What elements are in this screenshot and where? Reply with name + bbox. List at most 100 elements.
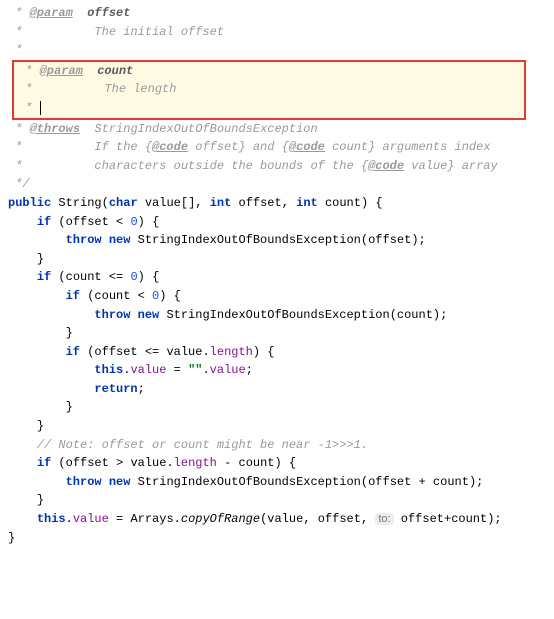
caret-line[interactable]: * — [18, 99, 520, 118]
keyword-if: if — [66, 289, 80, 303]
doc-text: offset} and { — [188, 140, 289, 154]
op-eq: = — [109, 512, 131, 526]
code-line[interactable]: this.value = "".value; — [8, 361, 554, 380]
text-cursor — [40, 101, 41, 115]
param-name: offset — [87, 6, 130, 20]
var-value: value — [267, 512, 303, 526]
javadoc-param-tag: @param — [30, 6, 73, 20]
keyword-public: public — [8, 196, 51, 210]
param-count: count — [325, 196, 361, 210]
keyword-this: this — [94, 363, 123, 377]
line-comment: // Note: offset or count might be near -… — [37, 438, 368, 452]
brace: { — [152, 215, 159, 229]
keyword-new: new — [109, 475, 131, 489]
exception-class: StringIndexOutOfBoundsException — [166, 308, 389, 322]
keyword-if: if — [66, 345, 80, 359]
doc-text: If the { — [94, 140, 152, 154]
dot: . — [66, 512, 73, 526]
code-line[interactable]: public String(char value[], int offset, … — [8, 194, 554, 213]
doc-line: * The initial offset — [8, 23, 554, 42]
doc-star: * — [8, 43, 22, 57]
comma: , — [361, 512, 375, 526]
code-line[interactable]: } — [8, 324, 554, 343]
doc-star: * — [18, 64, 40, 78]
brace: } — [66, 326, 73, 340]
param-name: count — [97, 64, 133, 78]
javadoc-code-tag: @code — [289, 140, 325, 154]
exception-type: StringIndexOutOfBoundsException — [94, 122, 317, 136]
keyword-new: new — [109, 233, 131, 247]
semi: ; — [476, 475, 483, 489]
code-line[interactable]: } — [8, 491, 554, 510]
code-line[interactable]: throw new StringIndexOutOfBoundsExceptio… — [8, 306, 554, 325]
parameter-hint: to: — [375, 513, 393, 525]
op-gt: > — [109, 456, 131, 470]
javadoc-throws-tag: @throws — [30, 122, 80, 136]
brace: } — [37, 493, 44, 507]
doc-star: * — [18, 101, 32, 115]
code-editor[interactable]: * @param offset * The initial offset * *… — [0, 0, 554, 551]
exception-class: StringIndexOutOfBoundsException — [138, 233, 361, 247]
doc-star: * — [8, 25, 30, 39]
op-eq: = — [166, 363, 188, 377]
op-lte: <= — [138, 345, 167, 359]
keyword-throw: throw — [66, 233, 102, 247]
brace: } — [37, 252, 44, 266]
edit-highlight[interactable]: * @param count * The length * — [12, 60, 526, 120]
var-count: count — [94, 289, 130, 303]
var-value: value — [130, 456, 166, 470]
doc-line: * @param offset — [8, 4, 554, 23]
class-arrays: Arrays — [130, 512, 173, 526]
code-line[interactable]: } — [8, 398, 554, 417]
var-offset: offset — [66, 456, 109, 470]
brace: { — [375, 196, 382, 210]
method-copyofrange: copyOfRange — [181, 512, 260, 526]
keyword-return: return — [94, 382, 137, 396]
javadoc-code-tag: @code — [152, 140, 188, 154]
keyword-int: int — [296, 196, 318, 210]
paren: ) — [411, 233, 418, 247]
code-line[interactable]: } — [8, 529, 554, 548]
code-line[interactable]: } — [8, 250, 554, 269]
paren: ( — [102, 196, 109, 210]
code-line[interactable]: return; — [8, 380, 554, 399]
code-line[interactable]: if (offset > value.length - count) { — [8, 454, 554, 473]
exception-class: StringIndexOutOfBoundsException — [138, 475, 361, 489]
code-line[interactable]: if (count < 0) { — [8, 287, 554, 306]
code-line[interactable]: if (offset <= value.length) { — [8, 343, 554, 362]
op-plus: + — [411, 475, 433, 489]
paren: ( — [361, 475, 368, 489]
code-line[interactable]: throw new StringIndexOutOfBoundsExceptio… — [8, 473, 554, 492]
keyword-if: if — [37, 215, 51, 229]
var-offset: offset — [66, 215, 109, 229]
dot: . — [166, 456, 173, 470]
keyword-throw: throw — [94, 308, 130, 322]
code-line[interactable]: } — [8, 417, 554, 436]
semi: ; — [440, 308, 447, 322]
code-line[interactable]: if (offset < 0) { — [8, 213, 554, 232]
paren: ) — [138, 270, 145, 284]
brace: { — [267, 345, 274, 359]
doc-star: * — [18, 82, 40, 96]
doc-line: * The length — [18, 80, 520, 99]
var-offset: offset — [94, 345, 137, 359]
op-lt: < — [109, 215, 131, 229]
doc-star: * — [8, 140, 30, 154]
keyword-new: new — [138, 308, 160, 322]
code-line[interactable]: throw new StringIndexOutOfBoundsExceptio… — [8, 231, 554, 250]
var-count: count — [433, 475, 469, 489]
doc-end: */ — [8, 175, 554, 194]
code-line[interactable]: if (count <= 0) { — [8, 268, 554, 287]
paren: ( — [58, 456, 65, 470]
comma: , — [303, 512, 317, 526]
dot: . — [202, 345, 209, 359]
brace: } — [8, 531, 15, 545]
code-line[interactable]: this.value = Arrays.copyOfRange(value, o… — [8, 510, 554, 529]
brace: } — [66, 400, 73, 414]
field-length: length — [174, 456, 217, 470]
code-line[interactable]: // Note: offset or count might be near -… — [8, 436, 554, 455]
field-value: value — [130, 363, 166, 377]
semi: ; — [419, 233, 426, 247]
doc-star: * — [8, 159, 30, 173]
param-value: value — [145, 196, 181, 210]
